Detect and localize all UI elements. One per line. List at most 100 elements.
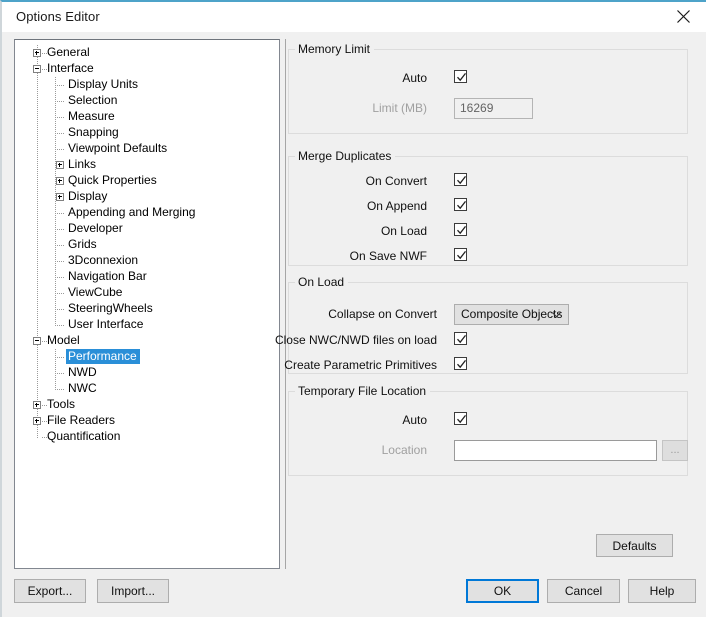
tree-guide-line bbox=[37, 221, 38, 237]
label-collapse-on-convert: Collapse on Convert bbox=[328, 307, 437, 321]
tree-item-interface[interactable]: Interface bbox=[15, 61, 279, 77]
checkbox-create-parametric-primitives[interactable] bbox=[454, 357, 467, 370]
expand-icon[interactable] bbox=[56, 177, 64, 185]
checkbox-on-save-nwf[interactable] bbox=[454, 248, 467, 261]
group-title-merge-duplicates: Merge Duplicates bbox=[295, 149, 396, 163]
input-temp-location[interactable] bbox=[454, 440, 657, 461]
tree-item-steeringwheels[interactable]: SteeringWheels bbox=[15, 301, 279, 317]
label-memory-auto: Auto bbox=[402, 71, 427, 85]
expand-icon[interactable] bbox=[33, 49, 41, 57]
check-icon bbox=[457, 73, 467, 82]
tree-item-general[interactable]: General bbox=[15, 45, 279, 61]
tree-item-nwc[interactable]: NWC bbox=[15, 381, 279, 397]
help-button[interactable]: Help bbox=[628, 579, 696, 603]
toggle-bar bbox=[59, 179, 60, 183]
tree-item-file-readers[interactable]: File Readers bbox=[15, 413, 279, 429]
checkbox-close-nwc-nwd-files-on-load[interactable] bbox=[454, 332, 467, 345]
input-memory-limit-mb[interactable]: 16269 bbox=[454, 98, 533, 119]
tree-item-label: Snapping bbox=[68, 125, 119, 139]
expand-icon[interactable] bbox=[56, 161, 64, 169]
collapse-icon[interactable] bbox=[33, 337, 41, 345]
toggle-bar bbox=[36, 51, 37, 55]
tree-item-grids[interactable]: Grids bbox=[15, 237, 279, 253]
tree-item-model[interactable]: Model bbox=[15, 333, 279, 349]
tree-item-label: Links bbox=[68, 157, 97, 171]
tree-item-viewpoint-defaults[interactable]: Viewpoint Defaults bbox=[15, 141, 279, 157]
label-on-load: On Load bbox=[380, 224, 427, 238]
checkbox-temp-auto[interactable] bbox=[454, 412, 467, 425]
tree-item-snapping[interactable]: Snapping bbox=[15, 125, 279, 141]
label-on-convert: On Convert bbox=[365, 174, 427, 188]
export-button[interactable]: Export... bbox=[14, 579, 86, 603]
tree-item-links[interactable]: Links bbox=[15, 157, 279, 173]
tree-elbow-line bbox=[42, 421, 48, 422]
cancel-button[interactable]: Cancel bbox=[547, 579, 620, 603]
tree-item-navigation-bar[interactable]: Navigation Bar bbox=[15, 269, 279, 285]
expand-icon[interactable] bbox=[33, 401, 41, 409]
tree-elbow-line bbox=[55, 309, 64, 310]
tree-item-display-units[interactable]: Display Units bbox=[15, 77, 279, 93]
tree-item-selection[interactable]: Selection bbox=[15, 93, 279, 109]
tree-elbow-line bbox=[55, 325, 64, 326]
toggle-bar bbox=[36, 403, 37, 407]
toggle-bar bbox=[36, 419, 37, 423]
tree-item-label: Interface bbox=[47, 61, 94, 75]
checkbox-memory-auto[interactable] bbox=[454, 70, 467, 83]
check-icon bbox=[457, 251, 467, 260]
tree-item-quantification[interactable]: Quantification bbox=[15, 429, 279, 445]
toggle-bar bbox=[59, 163, 60, 167]
checkbox-on-convert[interactable] bbox=[454, 173, 467, 186]
tree-guide-line bbox=[37, 157, 38, 173]
label-on-save-nwf: On Save NWF bbox=[349, 249, 427, 263]
tree-elbow-line bbox=[42, 405, 48, 406]
tree-item-measure[interactable]: Measure bbox=[15, 109, 279, 125]
tree-item-label: NWC bbox=[68, 381, 97, 395]
tree-item-appending-and-merging[interactable]: Appending and Merging bbox=[15, 205, 279, 221]
tree-item-nwd[interactable]: NWD bbox=[15, 365, 279, 381]
tree-item-quick-properties[interactable]: Quick Properties bbox=[15, 173, 279, 189]
select-collapse-on-convert-value: Composite Objects bbox=[461, 307, 563, 321]
label-close-nwc-nwd-files-on-load: Close NWC/NWD files on load bbox=[274, 333, 437, 347]
check-icon bbox=[457, 226, 467, 235]
footer-bar: Export... Import... OK Cancel Help bbox=[2, 567, 706, 617]
tree-elbow-line bbox=[55, 293, 64, 294]
tree-item-tools[interactable]: Tools bbox=[15, 397, 279, 413]
tree-item-viewcube[interactable]: ViewCube bbox=[15, 285, 279, 301]
tree-elbow-line bbox=[55, 373, 64, 374]
ok-button[interactable]: OK bbox=[466, 579, 539, 603]
tree-item-label: Selection bbox=[68, 93, 118, 107]
defaults-button[interactable]: Defaults bbox=[596, 534, 673, 557]
tree-guide-line bbox=[37, 77, 38, 93]
checkbox-on-append[interactable] bbox=[454, 198, 467, 211]
import-button[interactable]: Import... bbox=[97, 579, 169, 603]
tree-elbow-line bbox=[55, 133, 64, 134]
tree-guide-line bbox=[37, 189, 38, 205]
tree-item-label: Navigation Bar bbox=[68, 269, 147, 283]
settings-panel: Memory Limit Auto Limit (MB) 16269 Merge… bbox=[275, 39, 696, 569]
tree-item-developer[interactable]: Developer bbox=[15, 221, 279, 237]
button-browse-location[interactable]: ... bbox=[662, 440, 688, 461]
tree-item-label: SteeringWheels bbox=[68, 301, 153, 315]
checkbox-on-load[interactable] bbox=[454, 223, 467, 236]
tree-elbow-line bbox=[42, 341, 48, 342]
select-collapse-on-convert[interactable]: Composite Objects bbox=[454, 304, 569, 325]
tree-item-3dconnexion[interactable]: 3Dconnexion bbox=[15, 253, 279, 269]
close-icon[interactable] bbox=[662, 2, 706, 32]
tree-item-label: File Readers bbox=[47, 413, 116, 427]
tree-elbow-line bbox=[55, 229, 64, 230]
tree-item-label: NWD bbox=[68, 365, 97, 379]
expand-icon[interactable] bbox=[33, 417, 41, 425]
tree-item-user-interface[interactable]: User Interface bbox=[15, 317, 279, 333]
tree-item-performance[interactable]: Performance bbox=[15, 349, 279, 365]
group-title-memory-limit: Memory Limit bbox=[295, 42, 375, 56]
window-title: Options Editor bbox=[16, 9, 100, 24]
expand-icon[interactable] bbox=[56, 193, 64, 201]
tree-item-display[interactable]: Display bbox=[15, 189, 279, 205]
tree-guide-line bbox=[37, 429, 38, 438]
tree-item-label: Display bbox=[68, 189, 108, 203]
tree-elbow-line bbox=[55, 357, 64, 358]
toggle-bar bbox=[59, 195, 60, 199]
tree-guide-line bbox=[37, 109, 38, 125]
options-tree-panel[interactable]: General Interface Display Units Selection Me… bbox=[14, 39, 280, 569]
collapse-icon[interactable] bbox=[33, 65, 41, 73]
